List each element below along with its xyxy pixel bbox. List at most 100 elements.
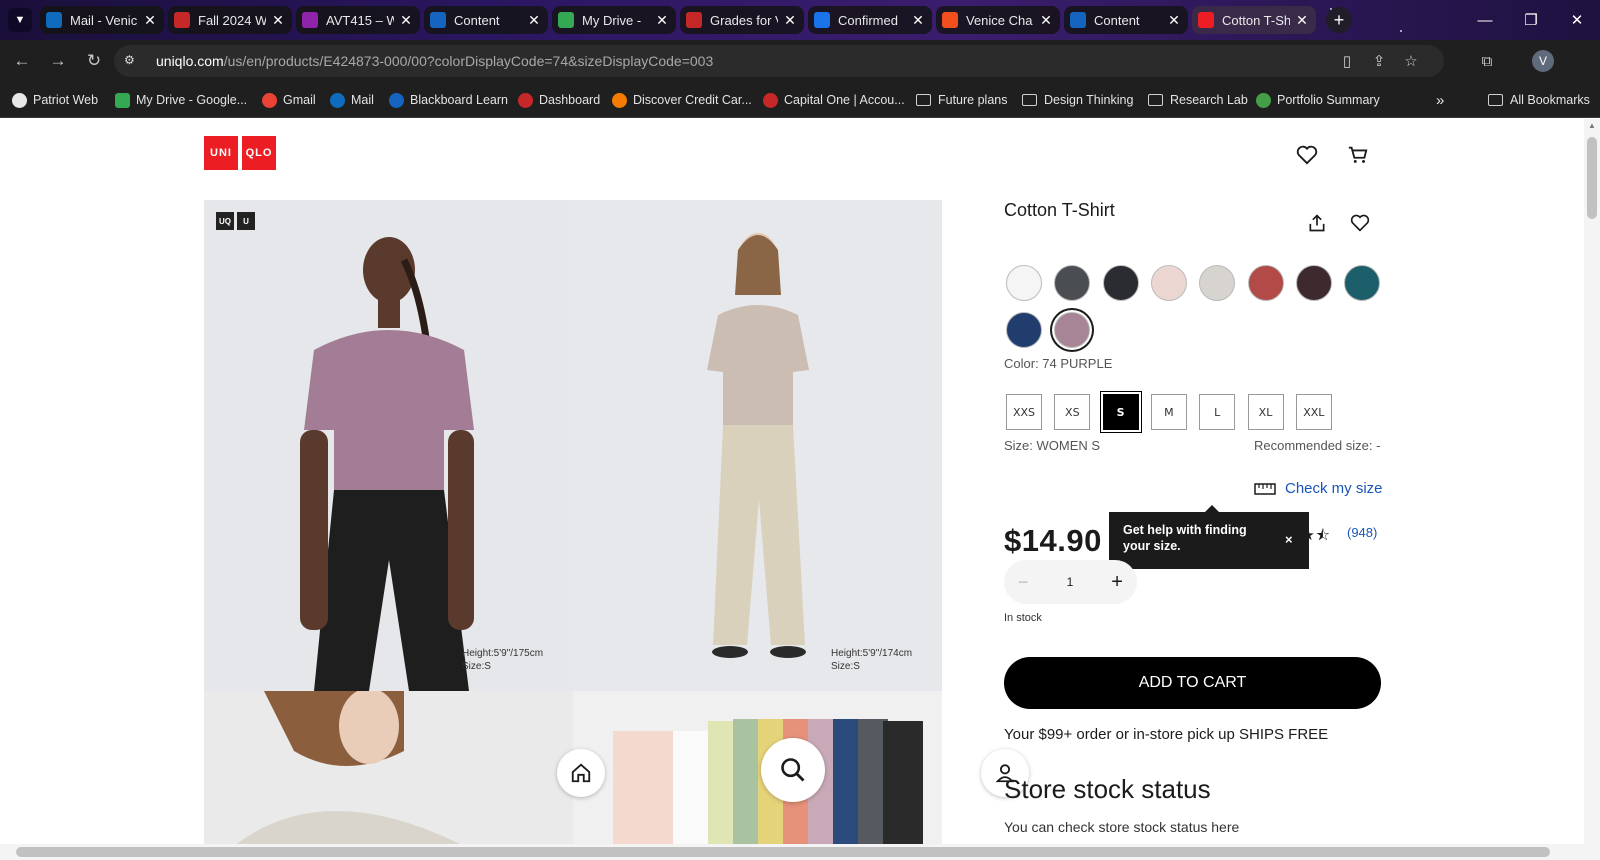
wishlist-heart-icon[interactable] — [1295, 143, 1319, 167]
drive-icon — [115, 92, 130, 108]
close-tab-icon[interactable]: ✕ — [398, 12, 414, 28]
minimize-icon[interactable]: — — [1462, 0, 1508, 40]
horizontal-scrollbar[interactable] — [0, 844, 1600, 860]
address-bar[interactable]: ⚙ uniqlo.com/us/en/products/E424873-000/… — [114, 45, 1444, 77]
tooltip-close-icon[interactable]: × — [1285, 532, 1293, 548]
extensions-icon[interactable]: ⧉ — [1476, 50, 1498, 72]
color-swatch[interactable] — [1199, 265, 1236, 301]
restore-icon[interactable]: ❐ — [1508, 0, 1554, 40]
size-option[interactable]: XXS — [1006, 394, 1042, 430]
scrollbar-thumb[interactable] — [16, 847, 1550, 857]
bookmark-item[interactable]: Blackboard Learn — [389, 91, 508, 109]
quantity-value[interactable]: 1 — [1067, 575, 1074, 589]
bookmark-item[interactable]: Patriot Web — [12, 91, 98, 109]
check-my-size-label: Check my size — [1285, 480, 1383, 497]
size-option[interactable]: XXL — [1295, 394, 1332, 430]
forward-icon[interactable]: → — [46, 49, 70, 73]
bookmark-item[interactable]: Gmail — [262, 91, 316, 109]
size-option[interactable]: M — [1150, 394, 1187, 430]
bookmark-item[interactable]: Discover Credit Car... — [612, 91, 752, 109]
size-option[interactable]: XS — [1054, 394, 1091, 430]
color-swatch[interactable] — [1150, 265, 1187, 301]
close-tab-icon[interactable]: ✕ — [782, 12, 798, 28]
outlook-icon — [46, 12, 62, 28]
browser-tab[interactable]: Grades for V ✕ — [680, 6, 804, 34]
color-swatch[interactable] — [1102, 265, 1139, 301]
close-tab-icon[interactable]: ✕ — [1294, 12, 1310, 28]
install-app-icon[interactable]: ▯ — [1336, 50, 1358, 72]
home-button[interactable] — [557, 749, 605, 797]
browser-tab[interactable]: AVT415 – W ✕ — [296, 6, 420, 34]
browser-tab[interactable]: My Drive - ✕ — [552, 6, 676, 34]
tab-search-icon[interactable]: ▼ — [8, 8, 32, 32]
review-count-link[interactable]: (948) — [1347, 525, 1377, 540]
rack-illustration — [613, 719, 923, 844]
browser-tab[interactable]: Cotton T-Sh ✕ — [1192, 6, 1316, 34]
browser-tab[interactable]: Confirmed ✕ — [808, 6, 932, 34]
close-tab-icon[interactable]: ✕ — [526, 12, 542, 28]
search-button[interactable] — [761, 738, 825, 802]
close-window-icon[interactable]: ✕ — [1554, 0, 1600, 40]
bookmark-item[interactable]: Research Lab — [1148, 91, 1248, 109]
check-my-size-link[interactable]: Check my size — [1254, 480, 1383, 497]
color-swatch[interactable] — [1006, 265, 1042, 301]
size-option[interactable]: S — [1102, 394, 1139, 430]
url-text[interactable]: uniqlo.com/us/en/products/E424873-000/00… — [156, 53, 713, 69]
bookmark-item[interactable]: Portfolio Summary — [1256, 91, 1380, 109]
bookmark-item[interactable]: Design Thinking — [1022, 91, 1133, 109]
add-to-cart-button[interactable]: ADD TO CART — [1004, 657, 1381, 709]
scrollbar-thumb[interactable] — [1587, 137, 1597, 219]
product-photo-model-front[interactable]: UQ U Height:5'9"/175cm Size:S — [204, 200, 573, 691]
bookmark-item[interactable]: My Drive - Google... — [115, 91, 247, 109]
bookmark-label: Gmail — [283, 93, 316, 107]
color-swatch[interactable] — [1344, 265, 1381, 301]
browser-tab[interactable]: Mail - Venic ✕ — [40, 6, 164, 34]
discover-icon — [612, 92, 627, 108]
share-icon[interactable] — [1305, 211, 1329, 235]
uq-badge-logo: UQ — [216, 212, 234, 230]
favorite-heart-icon[interactable] — [1348, 211, 1372, 235]
color-swatch[interactable] — [1054, 265, 1091, 301]
close-tab-icon[interactable]: ✕ — [910, 12, 926, 28]
product-photo-color-rack[interactable] — [573, 691, 942, 844]
close-tab-icon[interactable]: ✕ — [270, 12, 286, 28]
uniqlo-logo[interactable]: UNI QLO — [204, 136, 276, 170]
recommended-size: Recommended size: - — [1254, 438, 1381, 453]
bookmarks-overflow-button[interactable]: » — [1436, 91, 1444, 109]
color-swatch[interactable] — [1295, 265, 1332, 301]
bookmark-item[interactable]: Future plans — [916, 91, 1007, 109]
drive-icon — [558, 12, 574, 28]
bookmark-item[interactable]: Dashboard — [518, 91, 600, 109]
reload-icon[interactable]: ↻ — [82, 49, 106, 73]
profile-avatar[interactable]: V — [1532, 50, 1554, 72]
close-tab-icon[interactable]: ✕ — [1166, 12, 1182, 28]
product-photo-closeup[interactable] — [204, 691, 573, 844]
color-swatch[interactable] — [1006, 312, 1042, 348]
close-tab-icon[interactable]: ✕ — [654, 12, 670, 28]
new-tab-button[interactable]: + — [1326, 7, 1352, 33]
bookmark-item[interactable]: Capital One | Accou... — [763, 91, 905, 109]
share-icon[interactable]: ⇪ — [1368, 50, 1390, 72]
browser-tab[interactable]: Content ✕ — [424, 6, 548, 34]
size-option[interactable]: L — [1199, 394, 1236, 430]
cart-icon[interactable] — [1346, 143, 1370, 167]
vertical-scrollbar[interactable]: ▲ — [1584, 119, 1600, 844]
tab-title: Grades for V — [710, 12, 778, 28]
quantity-plus-button[interactable]: + — [1111, 571, 1123, 594]
browser-tab[interactable]: Venice Cha ✕ — [936, 6, 1060, 34]
all-bookmarks-button[interactable]: All Bookmarks — [1488, 91, 1590, 109]
close-tab-icon[interactable]: ✕ — [142, 12, 158, 28]
browser-tab[interactable]: Fall 2024 W ✕ — [168, 6, 292, 34]
color-swatch[interactable] — [1054, 312, 1091, 348]
browser-tab[interactable]: Content ✕ — [1064, 6, 1188, 34]
back-icon[interactable]: ← — [10, 49, 34, 73]
site-info-icon[interactable]: ⚙ — [124, 53, 140, 69]
product-photo-model-full[interactable]: Height:5'9"/174cm Size:S — [573, 200, 942, 691]
bookmark-item[interactable]: Mail — [330, 91, 374, 109]
scroll-up-icon[interactable]: ▲ — [1588, 121, 1596, 130]
close-tab-icon[interactable]: ✕ — [1038, 12, 1054, 28]
quantity-minus-button[interactable]: − — [1018, 572, 1029, 593]
bookmark-star-icon[interactable]: ☆ — [1400, 50, 1422, 72]
size-option[interactable]: XL — [1247, 394, 1284, 430]
color-swatch[interactable] — [1247, 265, 1284, 301]
